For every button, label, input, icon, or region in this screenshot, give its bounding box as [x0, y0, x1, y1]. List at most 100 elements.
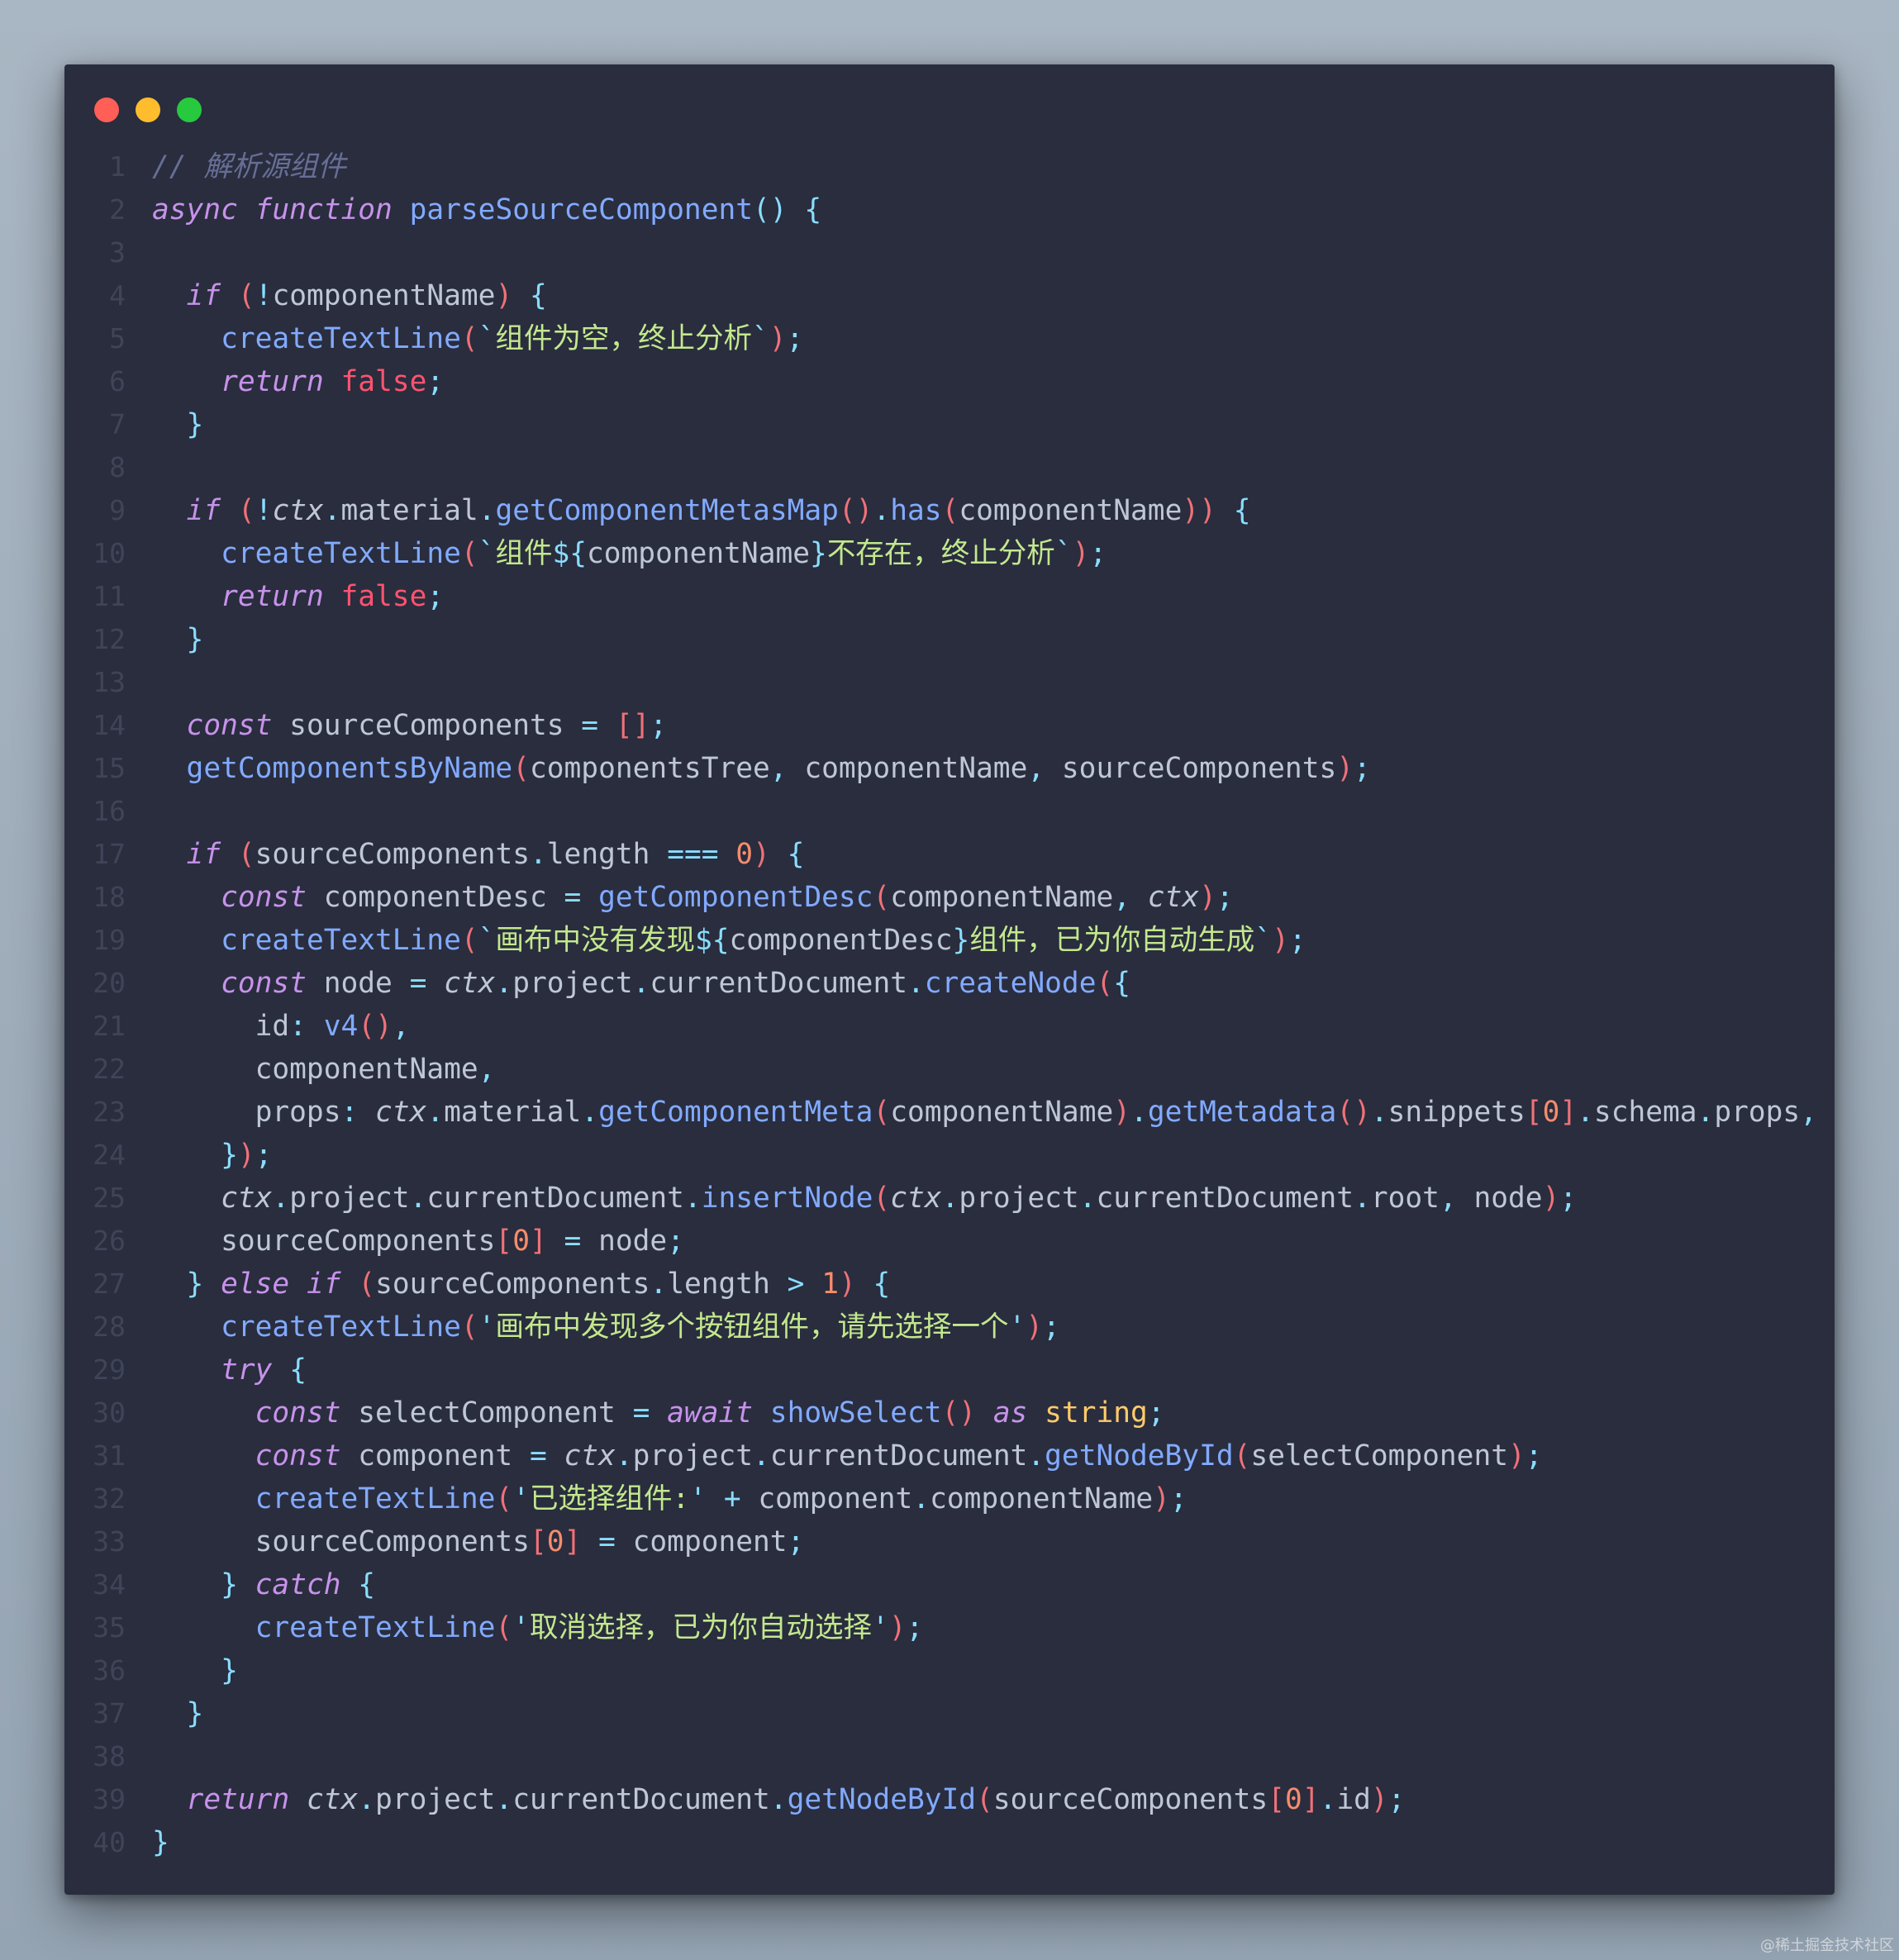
code-token: }	[221, 1139, 238, 1172]
code-token: }	[952, 924, 970, 957]
code-token: .	[683, 1182, 702, 1215]
code-token: ctx	[375, 1096, 427, 1129]
code-token: ${	[552, 537, 587, 570]
code-line: 37 }	[64, 1692, 1835, 1735]
code-token: )	[237, 1139, 255, 1172]
code-line: 10 createTextLine(`组件${componentName}不存在…	[64, 532, 1835, 575]
code-token: ))	[1182, 494, 1216, 527]
code-token: componentName	[787, 752, 1028, 785]
code-token: }	[186, 1268, 204, 1301]
code-token: .	[478, 494, 496, 527]
code-token: sourceComponents	[255, 838, 530, 871]
code-token: as	[992, 1396, 1028, 1430]
code-token: createTextLine	[255, 1611, 496, 1644]
code-line: 9 if (!ctx.material.getComponentMetasMap…	[64, 489, 1835, 532]
line-content: const componentDesc = getComponentDesc(c…	[152, 876, 1234, 919]
code-token: }	[152, 1826, 169, 1859]
code-token: currentDocument	[512, 1783, 770, 1816]
line-content: createTextLine('取消选择，已为你自动选择');	[152, 1606, 924, 1649]
code-token: // 解析源组件	[152, 150, 346, 183]
code-token: componentName	[272, 279, 496, 312]
code-token: if	[186, 494, 221, 527]
line-content: }	[152, 1692, 204, 1735]
line-number: 16	[93, 795, 126, 827]
code-line: 31 const component = ctx.project.current…	[64, 1434, 1835, 1477]
code-line: 23 props: ctx.material.getComponentMeta(…	[64, 1091, 1835, 1134]
code-token: async	[152, 193, 238, 226]
code-token: {	[873, 1268, 891, 1301]
code-token: sourceComponents	[992, 1783, 1268, 1816]
code-token: return	[186, 1783, 290, 1816]
line-content: } else if (sourceComponents.length > 1) …	[152, 1263, 891, 1306]
line-number: 4	[109, 279, 126, 312]
code-token: project	[632, 1439, 754, 1472]
code-token: id	[152, 1010, 290, 1043]
code-line: 33 sourceComponents[0] = component;	[64, 1520, 1835, 1563]
line-content: return false;	[152, 360, 444, 403]
code-line: 19 createTextLine(`画布中没有发现${componentDes…	[64, 919, 1835, 962]
code-line: 38	[64, 1735, 1835, 1778]
code-token: )	[838, 1268, 856, 1301]
code-token: =	[529, 1439, 547, 1472]
code-token: ,	[478, 1053, 496, 1086]
line-content: sourceComponents[0] = node;	[152, 1220, 684, 1263]
code-token: .	[530, 838, 547, 871]
code-token: componentDesc	[306, 881, 564, 914]
code-token: .	[753, 1439, 770, 1472]
code-token: `	[478, 537, 496, 570]
code-line: 39 return ctx.project.currentDocument.ge…	[64, 1778, 1835, 1821]
code-token: .	[495, 967, 513, 1000]
line-content: async function parseSourceComponent() {	[152, 188, 821, 231]
code-editor[interactable]: 1 // 解析源组件 2 async function parseSourceComp…	[64, 145, 1835, 1864]
code-token: '	[689, 1482, 707, 1515]
code-token: (	[495, 1482, 513, 1515]
minimize-button[interactable]	[136, 98, 160, 122]
line-number: 32	[93, 1482, 126, 1515]
code-token: sourceComponents	[152, 1525, 530, 1558]
code-token: ;	[1147, 1396, 1165, 1430]
code-line: 5 createTextLine(`组件为空，终止分析`);	[64, 317, 1835, 360]
code-token: {	[358, 1568, 376, 1601]
close-button[interactable]	[94, 98, 119, 122]
code-token: {	[804, 193, 822, 226]
code-token: (	[237, 279, 255, 312]
code-token: (	[976, 1783, 993, 1816]
code-token: )	[769, 322, 787, 355]
line-number: 38	[93, 1740, 126, 1772]
code-token: componentName	[587, 537, 811, 570]
code-token: node	[306, 967, 410, 1000]
code-token: (	[460, 322, 478, 355]
line-content: props: ctx.material.getComponentMeta(com…	[152, 1091, 1817, 1134]
maximize-button[interactable]	[177, 98, 202, 122]
code-token: false	[340, 365, 427, 398]
code-token: !	[255, 494, 273, 527]
code-token: )	[1336, 752, 1354, 785]
code-token: `	[1254, 924, 1273, 957]
line-number: 30	[93, 1396, 126, 1429]
code-token: .	[769, 1783, 788, 1816]
code-token: }	[221, 1568, 238, 1601]
code-token: :	[289, 1010, 307, 1043]
code-token: (	[460, 537, 478, 570]
code-line: 17 if (sourceComponents.length === 0) {	[64, 833, 1835, 876]
code-token: ;	[1089, 537, 1107, 570]
code-line: 3	[64, 231, 1835, 274]
code-token: project	[959, 1182, 1079, 1215]
line-content: }	[152, 1649, 238, 1692]
code-token: {	[1233, 494, 1251, 527]
